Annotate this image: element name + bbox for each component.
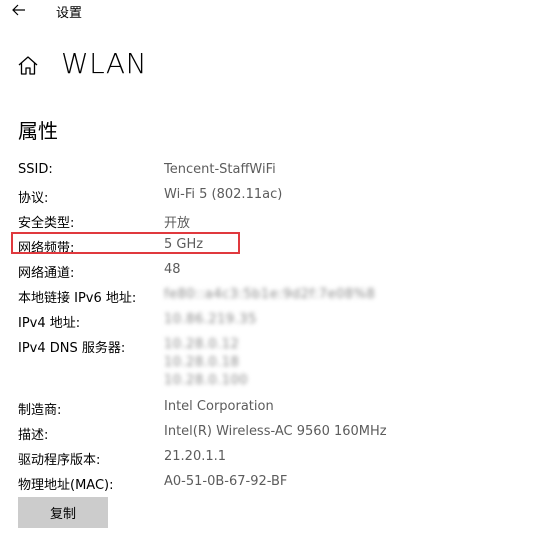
property-label: IPv4 地址:: [18, 316, 81, 331]
back-button[interactable]: [6, 0, 32, 20]
property-row-driver-version: 驱动程序版本: 21.20.1.1: [0, 449, 560, 469]
property-label: 本地链接 IPv6 地址:: [18, 291, 137, 306]
property-row-ipv6-address: 本地链接 IPv6 地址: fe80::a4c3:5b1e:9d2f:7e08%…: [0, 287, 560, 307]
property-row-security-type: 安全类型: 开放: [0, 212, 560, 232]
property-value: 21.20.1.1: [164, 449, 227, 464]
settings-window: 设置 WLAN 属性 SSID: Tencent-StaffWiFi 协议: W…: [0, 0, 560, 543]
property-label: IPv4 DNS 服务器:: [18, 341, 126, 356]
highlight-annotation-box: [11, 232, 240, 254]
property-label: 制造商:: [18, 403, 62, 418]
property-value: 48: [164, 262, 181, 277]
property-row-protocol: 协议: Wi-Fi 5 (802.11ac): [0, 187, 560, 207]
property-value: Intel Corporation: [164, 399, 274, 414]
property-value-redacted: 10.28.0.12: [164, 337, 240, 352]
property-label: 协议:: [18, 191, 49, 206]
property-value-redacted: 10.28.0.18: [164, 355, 240, 370]
window-title: 设置: [56, 6, 83, 21]
property-value-redacted: 10.86.219.35: [164, 312, 257, 327]
property-row-ssid: SSID: Tencent-StaffWiFi: [0, 162, 560, 182]
property-value-redacted: fe80::a4c3:5b1e:9d2f:7e08%8: [164, 287, 376, 302]
home-icon[interactable]: [16, 54, 40, 78]
property-value: Tencent-StaffWiFi: [164, 162, 276, 177]
property-label: 物理地址(MAC):: [18, 478, 114, 493]
property-row-manufacturer: 制造商: Intel Corporation: [0, 399, 560, 419]
property-value: Intel(R) Wireless-AC 9560 160MHz: [164, 424, 387, 439]
property-label: 网络通道:: [18, 266, 75, 281]
property-row-network-channel: 网络通道: 48: [0, 262, 560, 282]
back-arrow-icon: [12, 4, 25, 16]
property-value: Wi-Fi 5 (802.11ac): [164, 187, 283, 202]
title-bar: 设置: [0, 0, 560, 22]
section-title: 属性: [18, 119, 58, 143]
property-value: A0-51-0B-67-92-BF: [164, 474, 288, 489]
property-label: SSID:: [18, 162, 53, 177]
property-label: 安全类型:: [18, 216, 75, 231]
property-value: 开放: [164, 216, 191, 231]
property-row-mac-address: 物理地址(MAC): A0-51-0B-67-92-BF: [0, 474, 560, 494]
property-value-redacted: 10.28.0.100: [164, 373, 249, 388]
property-row-ipv4-address: IPv4 地址: 10.86.219.35: [0, 312, 560, 332]
page-title: WLAN: [61, 47, 148, 80]
property-label: 描述:: [18, 428, 49, 443]
property-row-description: 描述: Intel(R) Wireless-AC 9560 160MHz: [0, 424, 560, 444]
property-label: 驱动程序版本:: [18, 453, 101, 468]
property-row-ipv4-dns: IPv4 DNS 服务器: 10.28.0.12 10.28.0.18 10.2…: [0, 337, 560, 397]
copy-button[interactable]: 复制: [18, 497, 108, 528]
